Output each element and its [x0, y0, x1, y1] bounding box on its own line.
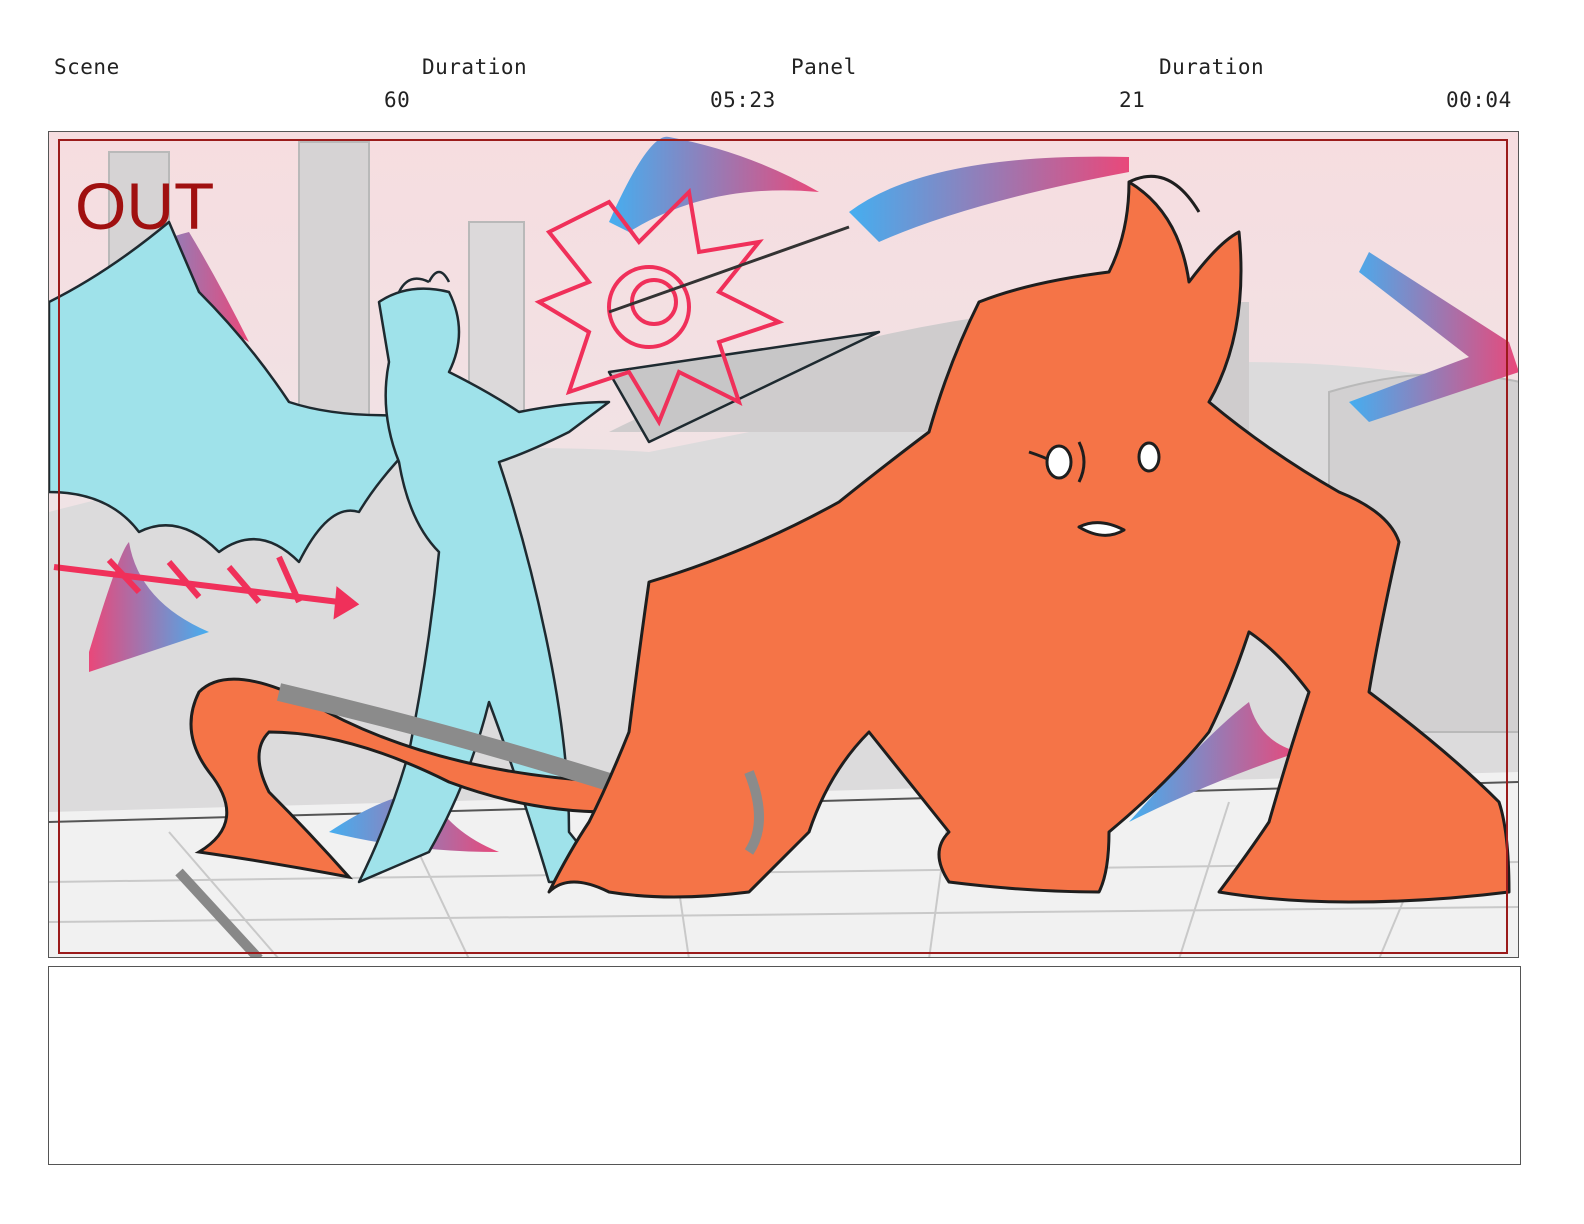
scene-label: Scene: [54, 55, 120, 79]
panel-number: 21: [1119, 88, 1146, 112]
scene-number: 60: [384, 88, 411, 112]
panel-label: Panel: [791, 55, 857, 79]
storyboard-panel: OUT: [48, 131, 1519, 958]
scene-duration-label: Duration: [422, 55, 528, 79]
panel-duration-label: Duration: [1159, 55, 1265, 79]
panel-artwork: OUT: [49, 132, 1518, 957]
scene-duration-value: 05:23: [710, 88, 776, 112]
camera-note-out: OUT: [75, 169, 214, 243]
panel-duration-value: 00:04: [1446, 88, 1512, 112]
panel-notes-box: [48, 966, 1521, 1165]
